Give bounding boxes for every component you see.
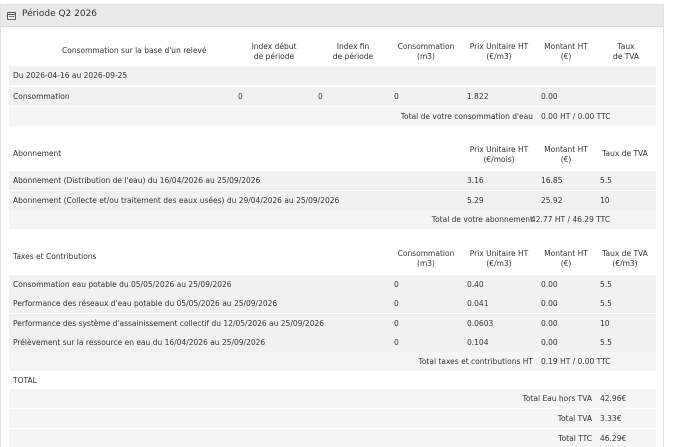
consumption-m3: 0 [394, 92, 399, 101]
taxes-row-1-consommation: 0 [394, 280, 399, 289]
taxes-row-4-prix: 0.104 [467, 338, 489, 347]
taxes-row-3-label: Performance des système d'assainissement… [13, 319, 325, 328]
panel-title: Période Q2 2026 [22, 9, 98, 19]
header-index-debut-2: de période [253, 52, 295, 61]
header-consommation-1: Consommation [397, 42, 455, 51]
header-index-debut-1: Index début [251, 42, 297, 51]
consumption-index-fin: 0 [318, 92, 323, 101]
header-prix-2: (€/m3) [486, 52, 512, 61]
taxes-row-2-consommation: 0 [394, 299, 399, 308]
taxes-row-2-montant: 0.00 [541, 299, 558, 308]
abonnement-row-2-label: Abonnement (Collecte et/ou traitement de… [13, 196, 340, 205]
table-row: Abonnement (Collecte et/ou traitement de… [9, 191, 656, 210]
abonnement-header-taux: Taux de TVA [602, 149, 648, 158]
taxes-header-taux-1: Taux de TVA [602, 249, 648, 258]
consumption-total-label: Total de votre consommation d'eau [400, 112, 533, 121]
consumption-row-label: Consommation [13, 92, 70, 101]
consumption-header-label: Consommation sur la base d'un relevé [62, 46, 207, 55]
taxes-header-prix-2: (€/m3) [486, 259, 512, 268]
taxes-header-montant-2: (€) [560, 259, 572, 268]
taxes-row-3-prix: 0.0603 [467, 319, 494, 328]
table-row: Abonnement (Distribution de l'eau) du 16… [9, 171, 656, 190]
total-row: Total TVA 3.33€ [9, 409, 656, 428]
taxes-row-3-montant: 0.00 [541, 319, 558, 328]
taxes-row-1-montant: 0.00 [541, 280, 558, 289]
taxes-header-montant-1: Montant HT [544, 249, 588, 258]
abonnement-header-montant-1: Montant HT [544, 145, 588, 154]
consumption-montant: 0.00 [541, 92, 558, 101]
panel-header: Période Q2 2026 [1, 5, 663, 27]
total-ht-value: 42.96€ [600, 394, 627, 403]
abonnement-total-row: Total de votre abonnement 42.77 HT / 46.… [9, 210, 656, 229]
header-index-fin-2: de période [332, 52, 374, 61]
total-heading-row: TOTAL [9, 371, 656, 390]
header-index-fin-1: Index fin [336, 42, 370, 51]
abonnement-header-montant-2: (€) [560, 155, 572, 164]
consumption-total-row: Total de votre consommation d'eau 0.00 H… [9, 107, 656, 126]
taxes-row-1-taux: 5.5 [600, 280, 612, 289]
abonnement-total-label: Total de votre abonnement [431, 215, 533, 224]
period-label: Du 2026-04-16 au 2026-09-25 [13, 71, 128, 80]
total-row: Total TTC 46.29€ [9, 429, 656, 447]
taxes-header-label: Taxes et Contributions [13, 252, 97, 261]
abonnement-row-1-label: Abonnement (Distribution de l'eau) du 16… [13, 176, 261, 185]
taxes-total-row: Total taxes et contributions HT 0.19 HT … [9, 352, 656, 371]
list-icon [7, 12, 16, 20]
taxes-header-consommation-1: Consommation [397, 249, 455, 258]
abonnement-row-1-prix: 3.16 [467, 176, 484, 185]
total-ht-label: Total Eau hors TVA [522, 394, 592, 403]
header-prix-1: Prix Unitaire HT [469, 42, 529, 51]
abonnement-row-2-prix: 5.29 [467, 196, 484, 205]
taxes-header-taux-2: (€/m3) [612, 259, 638, 268]
table-row: Performance des système d'assainissement… [9, 314, 656, 333]
table-row: Consommation eau potable du 05/05/2026 a… [9, 275, 656, 294]
taxes-row-4-consommation: 0 [394, 338, 399, 347]
abonnement-header-prix-2: (€/mois) [483, 155, 515, 164]
total-tva-label: Total TVA [557, 414, 592, 423]
taxes-row-4-taux: 5.5 [600, 338, 612, 347]
header-taux-2: de TVA [612, 52, 640, 61]
taxes-row-3-consommation: 0 [394, 319, 399, 328]
total-heading: TOTAL [13, 376, 37, 385]
total-ttc-label: Total TTC [558, 434, 592, 443]
taxes-total-label: Total taxes et contributions HT [418, 357, 533, 366]
header-montant-1: Montant HT [544, 42, 588, 51]
invoice-panel: Période Q2 2026 Consommation sur la base… [0, 4, 664, 447]
table-row: Consommation 0 0 0 1.822 0.00 [9, 87, 656, 106]
consumption-index-debut: 0 [238, 92, 243, 101]
period-row: Du 2026-04-16 au 2026-09-25 [9, 66, 656, 85]
taxes-row-3-taux: 10 [600, 319, 610, 328]
total-ttc-value: 46.29€ [600, 434, 627, 443]
taxes-header-consommation-2: (m3) [417, 259, 435, 268]
taxes-row-1-prix: 0.40 [467, 280, 484, 289]
abonnement-row-1-taux: 5.5 [600, 176, 612, 185]
header-taux-1: Taux [617, 42, 635, 51]
taxes-row-4-montant: 0.00 [541, 338, 558, 347]
abonnement-row-1-montant: 16.85 [541, 176, 563, 185]
taxes-header-prix-1: Prix Unitaire HT [469, 249, 529, 258]
total-row: Total Eau hors TVA 42.96€ [9, 389, 656, 408]
consumption-prix: 1.822 [467, 92, 489, 101]
taxes-row-2-taux: 5.5 [600, 299, 612, 308]
header-consommation-2: (m3) [417, 52, 435, 61]
taxes-row-1-label: Consommation eau potable du 05/05/2026 a… [13, 280, 232, 289]
header-montant-2: (€) [560, 52, 572, 61]
taxes-row-2-prix: 0.041 [467, 299, 489, 308]
table-row: Performance des réseaux d'eau potable du… [9, 294, 656, 313]
total-tva-value: 3.33€ [600, 414, 622, 423]
taxes-total-value: 0.19 HT / 0.00 TTC [541, 357, 611, 366]
abonnement-total-value: 42.77 HT / 46.29 TTC [531, 215, 611, 224]
abonnement-row-2-montant: 25.92 [541, 196, 563, 205]
consumption-total-value: 0.00 HT / 0.00 TTC [541, 112, 611, 121]
taxes-row-2-label: Performance des réseaux d'eau potable du… [13, 299, 278, 308]
abonnement-row-2-taux: 10 [600, 196, 610, 205]
abonnement-header-prix-1: Prix Unitaire HT [469, 145, 529, 154]
table-row: Prélèvement sur la ressource en eau du 1… [9, 333, 656, 352]
taxes-row-4-label: Prélèvement sur la ressource en eau du 1… [13, 338, 266, 347]
abonnement-header-label: Abonnement [13, 149, 62, 158]
